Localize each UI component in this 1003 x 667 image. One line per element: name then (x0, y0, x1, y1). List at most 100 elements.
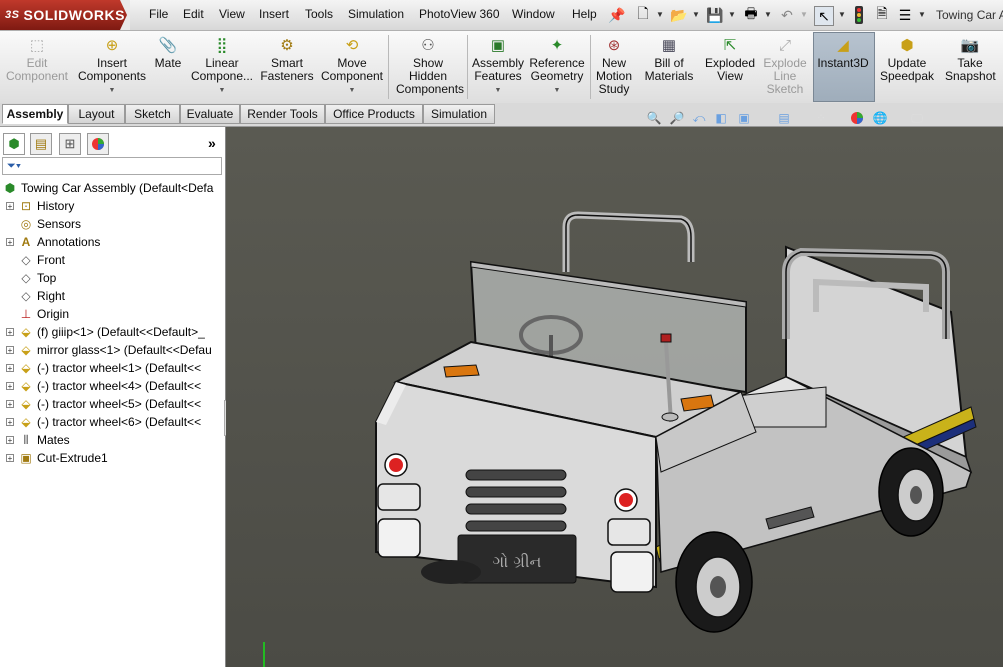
edit-component-button[interactable]: ⬚ Edit Component (4, 33, 70, 101)
tree-item-cut-extrude[interactable]: + ▣ Cut-Extrude1 (6, 449, 108, 467)
open-icon[interactable]: 📂 (670, 6, 688, 24)
graphics-area[interactable]: ગો ગ્રીન (226, 127, 1003, 667)
select-icon[interactable]: ↖ (814, 6, 834, 26)
tab-layout[interactable]: Layout (68, 104, 125, 124)
chevron-down-icon[interactable]: ▼ (728, 10, 736, 19)
rebuild-icon[interactable] (850, 6, 868, 24)
menu-tools[interactable]: Tools (305, 7, 333, 21)
tab-sketch[interactable]: Sketch (125, 104, 180, 124)
tree-item-component[interactable]: + ⬙ (-) tractor wheel<6> (Default<< (6, 413, 201, 431)
explode-line-sketch-button[interactable]: ⤢ Explode Line Sketch (760, 33, 810, 101)
chevron-down-icon[interactable]: ▼ (656, 10, 664, 19)
solidworks-logo[interactable]: 3S SOLIDWORKS (0, 0, 130, 30)
tree-item-right-plane[interactable]: ◇ Right (6, 287, 65, 305)
zoom-area-icon[interactable]: 🔎 (668, 110, 686, 126)
bom-icon: ▦ (661, 36, 677, 54)
assembly-features-button[interactable]: ▣ Assembly Features ▼ (469, 33, 527, 101)
chevron-down-icon[interactable]: ▼ (764, 10, 772, 19)
bill-of-materials-button[interactable]: ▦ Bill of Materials (640, 33, 698, 101)
expand-icon[interactable]: + (6, 328, 14, 337)
chevron-down-icon[interactable]: ▼ (692, 10, 700, 19)
expand-icon[interactable]: + (6, 238, 14, 247)
configuration-manager-icon[interactable]: ⊞ (59, 133, 81, 155)
view-orientation-icon[interactable]: ▣ (735, 110, 753, 126)
tree-root[interactable]: ⬢ Towing Car Assembly (Default<Defa (2, 179, 214, 197)
new-motion-study-button[interactable]: ⊛ New Motion Study (593, 33, 635, 101)
expand-panel-icon[interactable]: » (208, 135, 216, 151)
tree-item-component[interactable]: + ⬙ (-) tractor wheel<4> (Default<< (6, 377, 201, 395)
linear-component-pattern-button[interactable]: ⣿ Linear Compone... ▼ (189, 33, 255, 101)
tree-item-front-plane[interactable]: ◇ Front (6, 251, 65, 269)
tree-item-component[interactable]: + ⬙ (-) tractor wheel<5> (Default<< (6, 395, 201, 413)
tree-item-component[interactable]: + ⬙ mirror glass<1> (Default<<Defau (6, 341, 212, 359)
hide-show-icon[interactable]: ⁘ (812, 110, 830, 126)
chevron-down-icon[interactable]: ▼ (495, 84, 502, 97)
tree-item-mates[interactable]: + ⦀ Mates (6, 431, 70, 449)
tree-filter[interactable]: ⏷▾ (2, 157, 222, 175)
expand-icon[interactable]: + (6, 346, 14, 355)
towing-car-model[interactable]: ગો ગ્રીન (226, 127, 1003, 667)
save-icon[interactable]: 💾 (706, 6, 724, 24)
expand-icon[interactable]: + (6, 382, 14, 391)
chevron-down-icon[interactable]: ▼ (219, 84, 226, 97)
expand-icon[interactable]: + (6, 418, 14, 427)
tree-item-component[interactable]: + ⬙ (-) tractor wheel<1> (Default<< (6, 359, 201, 377)
tree-item-top-plane[interactable]: ◇ Top (6, 269, 56, 287)
expand-icon[interactable]: + (6, 454, 14, 463)
smart-fasteners-button[interactable]: ⚙ Smart Fasteners (257, 33, 317, 101)
menu-insert[interactable]: Insert (259, 7, 289, 21)
menu-simulation[interactable]: Simulation (348, 7, 404, 21)
pin-icon[interactable]: 📌 (608, 6, 626, 24)
instant3d-button[interactable]: ◢ Instant3D (814, 33, 872, 101)
tree-item-annotations[interactable]: + A Annotations (6, 233, 100, 251)
section-view-icon[interactable]: ◧ (712, 110, 730, 126)
undo-icon[interactable]: ↶ (778, 6, 796, 24)
display-style-icon[interactable]: ▤ (775, 110, 793, 126)
chevron-down-icon[interactable]: ▼ (800, 10, 808, 19)
insert-components-button[interactable]: ⊕ Insert Components ▼ (73, 33, 151, 101)
tab-render-tools[interactable]: Render Tools (240, 104, 325, 124)
new-document-icon[interactable]: 🗋 (634, 5, 652, 24)
print-icon[interactable]: 🖶 (742, 5, 760, 24)
menu-photoview[interactable]: PhotoView 360 (419, 7, 500, 21)
tree-item-history[interactable]: + ⊡ History (6, 197, 74, 215)
view-settings-icon[interactable]: 🖵 (908, 110, 926, 126)
zoom-to-fit-icon[interactable]: 🔍 (645, 110, 663, 126)
menu-window[interactable]: Window (512, 7, 555, 21)
chevron-down-icon[interactable]: ▼ (838, 10, 846, 19)
move-component-button[interactable]: ⟲ Move Component ▼ (318, 33, 386, 101)
feature-tree-icon[interactable]: ⬢ (3, 133, 25, 155)
update-speedpak-button[interactable]: ⬢ Update Speedpak (876, 33, 938, 101)
mate-button[interactable]: 📎 Mate (150, 33, 186, 101)
tree-item-component[interactable]: + ⬙ (f) giiip<1> (Default<<Default>_ (6, 323, 205, 341)
property-manager-icon[interactable]: ▤ (30, 133, 52, 155)
tab-assembly[interactable]: Assembly (2, 104, 68, 124)
menu-edit[interactable]: Edit (183, 7, 204, 21)
menu-help[interactable]: Help (572, 7, 597, 21)
exploded-view-button[interactable]: ⇱ Exploded View (702, 33, 758, 101)
previous-view-icon[interactable]: ⤺ (690, 110, 708, 126)
scene-icon[interactable]: 🌐 (871, 110, 889, 126)
tree-item-sensors[interactable]: ◎ Sensors (6, 215, 81, 233)
display-manager-icon[interactable] (87, 133, 109, 155)
chevron-down-icon[interactable]: ▼ (918, 10, 926, 19)
menu-view[interactable]: View (219, 7, 245, 21)
chevron-down-icon[interactable]: ▼ (554, 84, 561, 97)
file-properties-icon[interactable]: 🗎 (873, 5, 891, 24)
tree-item-origin[interactable]: ⊥ Origin (6, 305, 69, 323)
tab-simulation[interactable]: Simulation (423, 104, 495, 124)
menu-file[interactable]: File (149, 7, 168, 21)
options-icon[interactable]: ☰ (896, 6, 914, 24)
tab-evaluate[interactable]: Evaluate (180, 104, 240, 124)
expand-icon[interactable]: + (6, 202, 14, 211)
reference-geometry-button[interactable]: ✦ Reference Geometry ▼ (528, 33, 586, 101)
take-snapshot-button[interactable]: 📷 Take Snapshot (940, 33, 1000, 101)
tab-office-products[interactable]: Office Products (325, 104, 423, 124)
expand-icon[interactable]: + (6, 364, 14, 373)
chevron-down-icon[interactable]: ▼ (349, 84, 356, 97)
expand-icon[interactable]: + (6, 436, 14, 445)
chevron-down-icon[interactable]: ▼ (109, 84, 116, 97)
appearance-icon[interactable] (848, 110, 866, 126)
show-hidden-components-button[interactable]: ⚇ Show Hidden Components (392, 33, 464, 101)
expand-icon[interactable]: + (6, 400, 14, 409)
